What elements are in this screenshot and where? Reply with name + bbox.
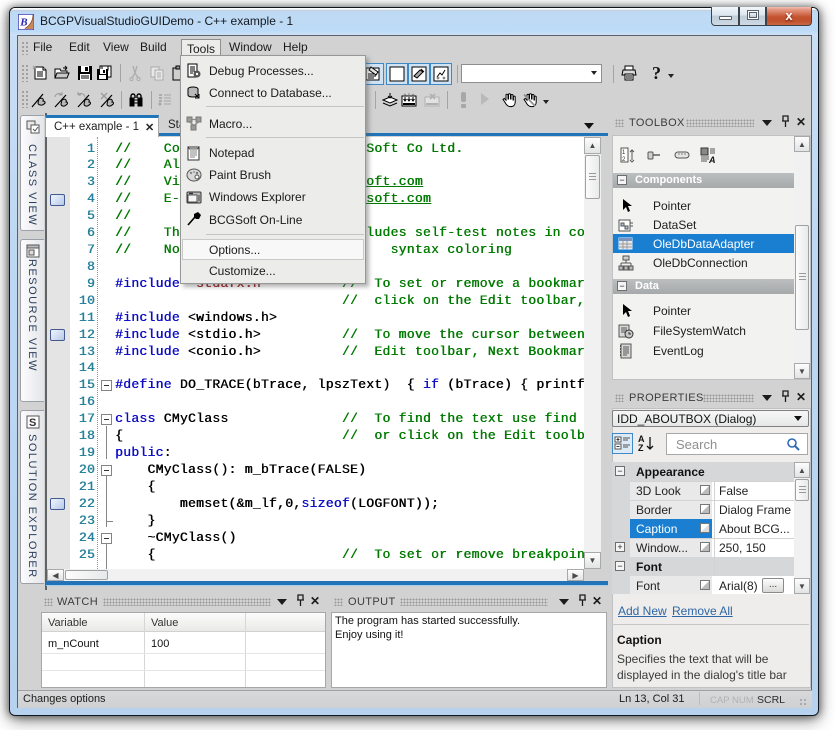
svg-text:B: B (19, 17, 27, 29)
svg-text:A: A (708, 155, 716, 164)
svg-text:S: S (29, 417, 36, 429)
svg-text:Z: Z (638, 443, 644, 453)
